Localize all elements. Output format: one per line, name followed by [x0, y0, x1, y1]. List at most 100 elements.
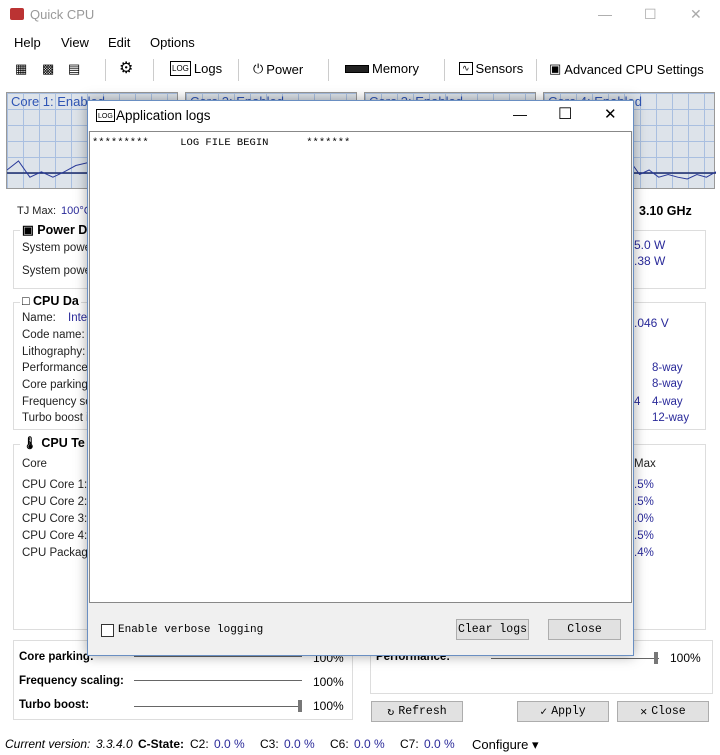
- c7-value: 0.0 %: [424, 737, 455, 751]
- core-parking-slider[interactable]: [134, 656, 302, 657]
- status-bar: Current version: 3.3.4.0 C-State: C2: 0.…: [0, 735, 720, 755]
- core-header: Core: [22, 458, 47, 470]
- temp-row-label: CPU Core 2:: [22, 496, 88, 508]
- cstate-label: C-State:: [138, 737, 185, 751]
- verbose-logging-label: Enable verbose logging: [118, 624, 264, 636]
- verbose-logging-checkbox[interactable]: [101, 624, 114, 637]
- temp-row-value: .5%: [634, 530, 654, 542]
- name-value: Inte: [68, 312, 88, 324]
- performance-thumb[interactable]: [654, 652, 658, 664]
- close-window-button[interactable]: ✕: [690, 6, 702, 23]
- temp-row-label: CPU Core 3:: [22, 513, 88, 525]
- turbo-boost-slider[interactable]: [134, 706, 302, 707]
- temp-row-label: CPU Core 4:: [22, 530, 88, 542]
- temp-row-value: .0%: [634, 513, 654, 525]
- clear-logs-button[interactable]: Clear logs: [456, 619, 529, 640]
- memory-button[interactable]: Memory: [345, 61, 419, 76]
- app-icon: [10, 8, 24, 20]
- way-value: 8-way: [652, 362, 683, 374]
- c2-value: 0.0 %: [214, 737, 245, 751]
- logs-button[interactable]: LOG Logs: [170, 61, 222, 76]
- power-button[interactable]: ⏻ Power: [253, 61, 303, 77]
- max-header: Max: [634, 458, 656, 470]
- cpu-row: Performance: [22, 362, 88, 374]
- signal-chart-icon[interactable]: ▩: [42, 61, 54, 77]
- c2-label: C2:: [190, 737, 209, 751]
- x-icon: ✕: [640, 706, 648, 719]
- performance-slider[interactable]: [491, 658, 659, 659]
- chip-icon: ▣: [549, 61, 562, 76]
- memory-icon: [345, 64, 369, 73]
- temp-row-label: CPU Core 1:: [22, 479, 88, 491]
- way-value: 12-way: [652, 412, 690, 424]
- refresh-button[interactable]: ↻ Refresh: [371, 701, 463, 722]
- turbo-boost-value: 100%: [313, 699, 344, 713]
- way-value: 4-way: [652, 396, 683, 408]
- cpu-row: Turbo boost i: [22, 412, 89, 424]
- dialog-close-x-button[interactable]: ✕: [604, 105, 617, 123]
- configure-dropdown[interactable]: Configure ▾: [472, 737, 539, 753]
- frequency-scaling-slider[interactable]: [134, 680, 302, 681]
- log-text-area[interactable]: ********* LOG FILE BEGIN *******: [89, 131, 632, 603]
- version-value: 3.3.4.0: [96, 737, 133, 751]
- log-icon: LOG: [96, 109, 115, 122]
- advanced-cpu-settings-button[interactable]: ▣ Advanced CPU Settings: [549, 61, 704, 77]
- dialog-title-bar: LOG Application logs — ☐ ✕: [88, 101, 633, 131]
- refresh-icon: ↻: [387, 706, 395, 719]
- gear-icon[interactable]: ⚙: [119, 58, 133, 78]
- system-power-value-2: .38 W: [634, 254, 666, 268]
- dialog-maximize-button[interactable]: ☐: [558, 104, 572, 124]
- temp-row-label: CPU Package: [22, 547, 95, 559]
- dialog-title: Application logs: [116, 108, 211, 123]
- main-close-button[interactable]: ✕ Close: [617, 701, 709, 722]
- cpu-data-title: □ CPU Da: [20, 294, 81, 308]
- system-power-label: System power: [22, 242, 95, 254]
- application-logs-dialog: LOG Application logs — ☐ ✕ ********* LOG…: [87, 100, 634, 656]
- trend-chart-icon[interactable]: ▤: [68, 61, 80, 77]
- voltage-value: .046 V: [634, 316, 669, 330]
- frequency-scaling-value: 100%: [313, 675, 344, 689]
- toolbar: ▦ ▩ ▤ ⚙ LOG Logs ⏻ Power Memory ∿ Sensors ▣…: [0, 57, 720, 83]
- dialog-close-button[interactable]: Close: [548, 619, 621, 640]
- core-parking-label: Core parking:: [19, 651, 94, 663]
- c6-label: C6:: [330, 737, 349, 751]
- way-value: 8-way: [652, 378, 683, 390]
- performance-value: 100%: [670, 651, 701, 665]
- window-title: Quick CPU: [30, 7, 95, 22]
- cpu-row: Lithography:: [22, 346, 86, 358]
- temps-title: 🌡 CPU Te: [20, 436, 87, 451]
- cpu-row: Frequency sc: [22, 396, 92, 408]
- cpu-row: Core parking i: [22, 379, 94, 391]
- minimize-button[interactable]: —: [598, 6, 612, 22]
- temp-row-value: .4%: [634, 547, 654, 559]
- temp-row-value: .5%: [634, 496, 654, 508]
- menu-help[interactable]: Help: [14, 35, 41, 50]
- cpu-row: Code name:: [22, 329, 85, 341]
- system-power-value: 5.0 W: [634, 238, 666, 252]
- system-power-label-2: System power: [22, 265, 95, 277]
- check-icon: ✓: [540, 706, 548, 719]
- sensors-button[interactable]: ∿ Sensors: [459, 61, 523, 76]
- c3-label: C3:: [260, 737, 279, 751]
- c7-label: C7:: [400, 737, 419, 751]
- apply-button[interactable]: ✓ Apply: [517, 701, 609, 722]
- power-group-title: ▣ Power D: [20, 222, 90, 237]
- frequency-scaling-label: Frequency scaling:: [19, 675, 124, 687]
- menu-options[interactable]: Options: [150, 35, 195, 50]
- cache-value: 4: [634, 396, 641, 408]
- bar-chart-icon[interactable]: ▦: [15, 61, 27, 77]
- log-icon: LOG: [170, 61, 191, 76]
- title-bar: Quick CPU — ☐ ✕: [0, 0, 720, 30]
- turbo-boost-thumb[interactable]: [298, 700, 302, 712]
- version-label: Current version:: [5, 737, 91, 751]
- c3-value: 0.0 %: [284, 737, 315, 751]
- power-icon: ⏻: [253, 61, 264, 76]
- temp-row-value: .5%: [634, 479, 654, 491]
- turbo-boost-label: Turbo boost:: [19, 699, 90, 711]
- sensors-icon: ∿: [459, 62, 473, 75]
- menu-edit[interactable]: Edit: [108, 35, 130, 50]
- menu-view[interactable]: View: [61, 35, 89, 50]
- c6-value: 0.0 %: [354, 737, 385, 751]
- maximize-button[interactable]: ☐: [644, 6, 657, 23]
- dialog-minimize-button[interactable]: —: [513, 106, 527, 122]
